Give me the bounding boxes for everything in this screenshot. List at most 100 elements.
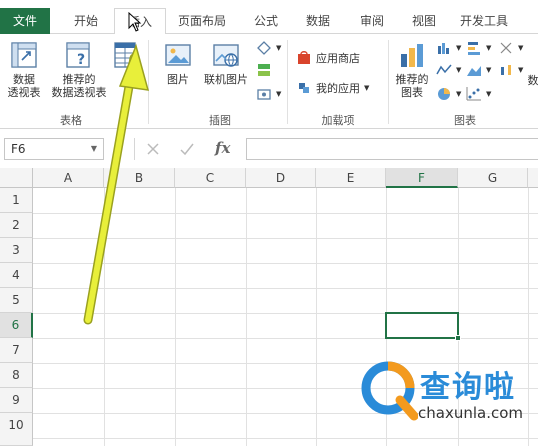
row-header-1[interactable]: 1 xyxy=(0,188,33,213)
bar-chart-button[interactable]: ▼ xyxy=(466,40,491,56)
column-header-d[interactable]: D xyxy=(246,168,316,188)
row-header-2[interactable]: 2 xyxy=(0,213,33,238)
tab-review[interactable]: 审阅 xyxy=(350,8,394,34)
watermark-url: chaxunla.com xyxy=(418,404,523,422)
watermark-logo-icon xyxy=(361,361,418,421)
smartart-button[interactable] xyxy=(256,62,272,78)
picture-icon xyxy=(165,44,191,66)
scatter-chart-icon xyxy=(500,42,512,54)
row-header-7[interactable]: 7 xyxy=(0,338,33,363)
row-header-3[interactable]: 3 xyxy=(0,238,33,263)
chevron-down-icon: ▼ xyxy=(456,90,462,98)
watermark-text: 查询啦 xyxy=(420,370,516,405)
tab-developer[interactable]: 开发工具 xyxy=(452,8,516,34)
formula-bar: F6 ▼ fx xyxy=(0,135,538,165)
more-charts-label: 数 xyxy=(527,74,538,87)
recommended-pivot-button[interactable]: ? 推荐的 数据透视表 xyxy=(48,40,110,99)
watermark: 查询啦 chaxunla.com xyxy=(360,356,538,426)
grid-line xyxy=(246,188,247,446)
online-picture-button[interactable]: 联机图片 xyxy=(200,40,252,86)
pie-chart-button[interactable]: ▼ xyxy=(436,86,461,102)
column-header-a[interactable]: A xyxy=(33,168,104,188)
row-header-8[interactable]: 8 xyxy=(0,363,33,388)
chevron-down-icon: ▼ xyxy=(518,66,524,74)
pivot-table-button[interactable]: 数据 透视表 xyxy=(4,40,44,99)
chevron-down-icon: ▼ xyxy=(276,90,282,98)
tab-home[interactable]: 开始 xyxy=(58,8,114,34)
recommended-pivot-icon: ? xyxy=(66,42,90,68)
scatter-plot-button[interactable]: ▼ xyxy=(466,86,491,102)
scatter-chart-button[interactable]: ▼ xyxy=(498,40,523,56)
active-cell-f6[interactable] xyxy=(385,312,459,339)
recommended-charts-label-2: 图表 xyxy=(401,86,423,99)
row-header-10[interactable]: 10 xyxy=(0,413,33,446)
chevron-down-icon: ▼ xyxy=(276,44,282,52)
grid-line xyxy=(104,188,105,446)
picture-button[interactable]: 图片 xyxy=(160,40,196,86)
ribbon-tab-bar: 文件 开始 插入 页面布局 公式 数据 审阅 视图 开发工具 xyxy=(0,8,538,35)
formula-input[interactable] xyxy=(246,138,538,160)
recommended-charts-icon xyxy=(401,44,423,67)
table-button[interactable] xyxy=(112,40,138,73)
formula-bar-grip[interactable] xyxy=(116,143,119,155)
column-header-c[interactable]: C xyxy=(175,168,246,188)
row-header-5[interactable]: 5 xyxy=(0,288,33,313)
grid-line xyxy=(33,213,538,214)
stock-chart-icon xyxy=(501,65,511,75)
picture-label: 图片 xyxy=(167,73,189,86)
column-header-h[interactable] xyxy=(528,168,538,188)
recommended-charts-label-1: 推荐的 xyxy=(395,73,429,86)
pie-chart-icon xyxy=(438,88,450,100)
shapes-button[interactable]: ▼ xyxy=(256,40,281,56)
area-chart-button[interactable]: ▼ xyxy=(466,62,491,78)
column-header-g[interactable]: G xyxy=(458,168,528,188)
grid-line xyxy=(33,338,538,339)
chevron-down-icon[interactable]: ▼ xyxy=(91,139,97,159)
recommended-charts-button[interactable]: 推荐的 图表 xyxy=(392,40,432,99)
column-header-f[interactable]: F xyxy=(386,168,458,188)
fill-handle[interactable] xyxy=(455,335,461,341)
select-all-corner[interactable] xyxy=(0,168,33,188)
column-header-b[interactable]: B xyxy=(104,168,175,188)
stock-chart-button[interactable]: ▼ xyxy=(498,62,523,78)
group-separator xyxy=(148,40,149,124)
grid-line xyxy=(33,238,538,239)
chevron-down-icon: ▼ xyxy=(486,44,492,52)
my-apps-button[interactable]: 我的应用 ▼ xyxy=(296,80,369,96)
tab-file[interactable]: 文件 xyxy=(0,8,50,34)
smartart-icon xyxy=(258,64,270,76)
group-label-addins: 加载项 xyxy=(321,114,355,127)
screenshot-button[interactable]: ▼ xyxy=(256,86,281,102)
table-icon xyxy=(114,42,136,68)
column-chart-button[interactable]: ▼ xyxy=(436,40,461,56)
row-header-4[interactable]: 4 xyxy=(0,263,33,288)
store-icon xyxy=(298,51,310,64)
tab-data[interactable]: 数据 xyxy=(296,8,340,34)
chevron-down-icon: ▼ xyxy=(456,44,462,52)
group-separator xyxy=(388,40,389,124)
insert-function-icon[interactable]: fx xyxy=(215,139,230,157)
grid-line xyxy=(33,313,538,314)
recommended-pivot-label-2: 数据透视表 xyxy=(51,86,107,99)
line-chart-button[interactable]: ▼ xyxy=(436,62,461,78)
chevron-down-icon: ▼ xyxy=(456,66,462,74)
cancel-icon[interactable] xyxy=(145,141,161,157)
column-header-e[interactable]: E xyxy=(316,168,386,188)
enter-icon[interactable] xyxy=(179,141,195,157)
mouse-cursor-icon xyxy=(128,12,142,32)
title-bar xyxy=(0,0,538,8)
row-header-6[interactable]: 6 xyxy=(0,313,33,338)
tab-view[interactable]: 视图 xyxy=(402,8,446,34)
my-apps-icon xyxy=(299,83,309,93)
name-box[interactable]: F6 ▼ xyxy=(4,138,104,160)
grid-line xyxy=(316,188,317,446)
group-separator xyxy=(287,40,288,124)
tab-formulas[interactable]: 公式 xyxy=(244,8,288,34)
more-charts-button[interactable]: 数 xyxy=(526,74,538,87)
app-store-button[interactable]: 应用商店 xyxy=(296,50,360,66)
pivot-table-label-2: 透视表 xyxy=(7,86,41,99)
svg-text:?: ? xyxy=(77,52,85,68)
tab-page-layout[interactable]: 页面布局 xyxy=(170,8,234,34)
row-header-9[interactable]: 9 xyxy=(0,388,33,413)
chevron-down-icon: ▼ xyxy=(486,90,492,98)
